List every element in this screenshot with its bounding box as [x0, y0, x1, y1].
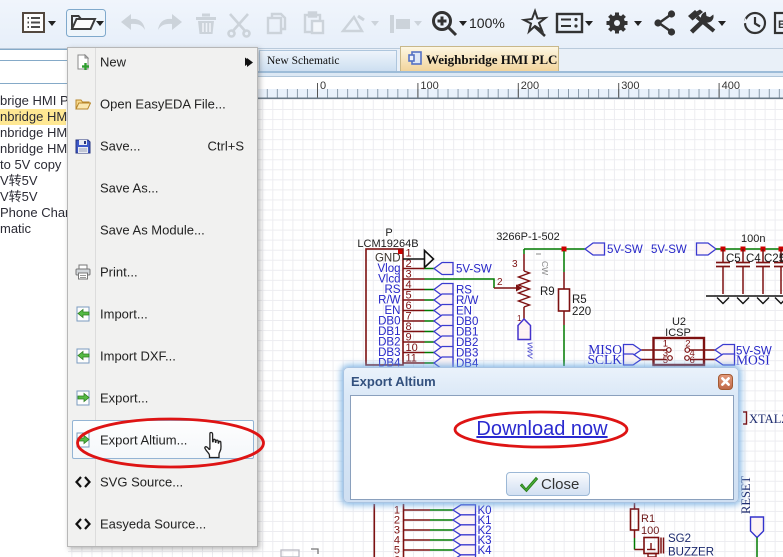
svg-text:100: 100 [641, 525, 659, 537]
svg-text:R1: R1 [641, 513, 655, 525]
svg-text:6: 6 [690, 355, 695, 366]
svg-text:R9: R9 [540, 286, 555, 298]
svg-text:C4: C4 [746, 253, 761, 265]
svg-text:5: 5 [663, 355, 668, 366]
svg-text:5V-SW: 5V-SW [651, 244, 687, 256]
svg-text:CW: CW [540, 261, 550, 275]
svg-text:5V-SW: 5V-SW [456, 264, 492, 276]
svg-text:100n: 100n [741, 233, 765, 245]
svg-text:3266P-1-502: 3266P-1-502 [496, 231, 560, 243]
svg-text:SCLK: SCLK [587, 352, 622, 367]
svg-text:MOSI: MOSI [736, 353, 770, 368]
svg-text:SG2: SG2 [668, 533, 691, 545]
svg-text:220: 220 [572, 306, 591, 318]
svg-text:RESET: RESET [739, 475, 753, 514]
svg-text:3: 3 [512, 259, 518, 270]
svg-text:K4: K4 [478, 545, 493, 557]
svg-text:2: 2 [497, 277, 503, 288]
svg-text:5V-SW: 5V-SW [607, 244, 643, 256]
svg-text:R5: R5 [572, 294, 587, 306]
svg-text:vwv: vwv [525, 342, 536, 360]
svg-text:XTAL2: XTAL2 [749, 412, 783, 426]
svg-text:C5: C5 [726, 253, 741, 265]
svg-text:BUZZER: BUZZER [668, 547, 714, 557]
